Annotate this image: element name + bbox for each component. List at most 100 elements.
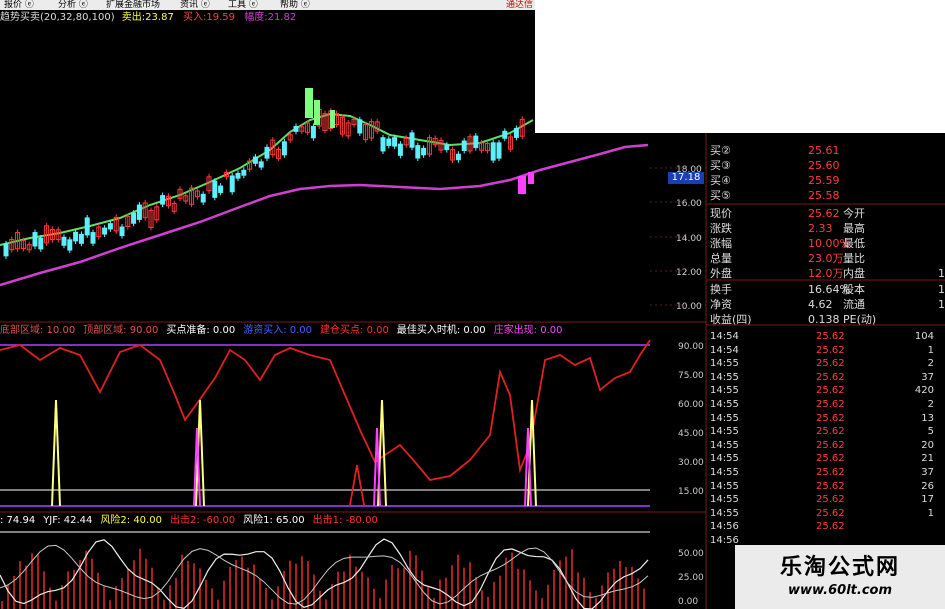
legend-item: 建仓买点: 0.00 <box>320 325 389 336</box>
candle-body <box>252 156 258 164</box>
stat-right-label: 最高 <box>843 222 865 235</box>
stat-row-turnover: 换手 16.64% 股本 1 <box>708 282 945 297</box>
axis-tick: 25.00 <box>678 573 704 583</box>
menu-item-news[interactable]: 资讯 ⓔ <box>180 0 210 10</box>
axis-tick: 0.00 <box>678 597 699 607</box>
ma-fast-line <box>0 112 534 246</box>
tick-volume: 2 <box>927 358 934 370</box>
indicator3-chart[interactable] <box>0 531 650 609</box>
highlight-candle <box>528 172 534 184</box>
stat-extra: 1 <box>938 283 945 296</box>
buy-value: 19.59 <box>206 12 236 23</box>
menu-item-help[interactable]: 帮助 ⓔ <box>280 0 310 10</box>
stat-row-change: 涨跌 2.33 最高 <box>708 221 945 236</box>
menu-item-tools[interactable]: 工具 ⓔ <box>228 0 258 10</box>
axis-tick: 45.00 <box>678 429 704 439</box>
tick-row: 14:54 25.62 1 <box>708 344 945 358</box>
watermark: 乐淘公式网 www.60lt.com <box>735 545 945 609</box>
price-axis-tick: 12.00 <box>676 268 702 278</box>
highlight-candle <box>305 88 313 118</box>
tick-time: 14:55 <box>710 426 739 438</box>
axis-tick: 60.00 <box>678 400 704 410</box>
legend-item: 底部区域: 10.00 <box>0 325 76 336</box>
stat-row-outer: 外盘 12.0万 内盘 1 <box>708 266 945 281</box>
stat-right-label: 量比 <box>843 252 865 265</box>
legend-item: : 74.94 <box>0 515 36 526</box>
legend-item: 庄家出现: 0.00 <box>493 325 563 336</box>
tick-row: 14:55 25.62 13 <box>708 412 945 426</box>
candle-body <box>496 142 502 159</box>
candle-body <box>502 130 508 139</box>
axis-tick: 30.00 <box>678 458 704 468</box>
menu-item-extended-market[interactable]: 扩展金融市场 <box>106 0 160 10</box>
candle-body <box>38 237 44 250</box>
tick-price: 25.62 <box>816 439 845 451</box>
buy-level-label: 买③ <box>710 159 731 172</box>
stat-value: 0.138 <box>808 313 840 326</box>
tick-price: 25.62 <box>816 371 845 383</box>
ma-slow-line <box>0 143 649 287</box>
tick-row: 14:55 25.62 37 <box>708 371 945 385</box>
brand-logo: 通达信 <box>505 0 533 10</box>
tick-time: 14:55 <box>710 358 739 370</box>
indicator3-legend: : 74.94 YJF: 42.44 风险2: 40.00 出击2: -60.00 风险… <box>0 514 386 528</box>
stat-row-pct: 涨幅 10.00% 最低 <box>708 236 945 251</box>
candle-body <box>73 231 79 242</box>
candle-body <box>136 204 142 220</box>
tick-time: 14:55 <box>710 480 739 492</box>
tick-volume: 2 <box>927 399 934 410</box>
tick-time: 14:55 <box>710 494 739 506</box>
candle-body <box>84 217 90 236</box>
tick-row: 14:55 25.62 26 <box>708 480 945 494</box>
candle-body <box>102 227 108 235</box>
range-label: 幅度: <box>244 12 268 23</box>
stat-row-net-asset: 净资 4.62 流通 1 <box>708 297 945 312</box>
tick-row: 14:55 25.62 2 <box>708 357 945 371</box>
buy-level-row[interactable]: 买② 25.61 <box>708 143 945 158</box>
menu-item-analysis[interactable]: 分析 ⓔ <box>58 0 88 10</box>
buy-level-row[interactable]: 买⑤ 25.58 <box>708 188 945 203</box>
indicator-name[interactable]: 趋势买卖(20,32,80,100) <box>0 12 115 23</box>
stat-right-label: 今开 <box>843 207 865 220</box>
candle-body <box>455 153 461 161</box>
tick-volume: 5 <box>927 426 934 438</box>
indicator2-chart[interactable] <box>0 339 651 507</box>
buy-label: 买入: <box>183 12 207 23</box>
tick-price: 25.62 <box>816 358 845 370</box>
legend-item: YJF: 42.44 <box>43 515 93 526</box>
candle-body <box>473 135 479 149</box>
candle-body <box>61 236 67 246</box>
candle-body <box>78 233 84 244</box>
watermark-title: 乐淘公式网 <box>779 555 900 580</box>
tick-row: 14:56 25.62 <box>708 520 945 534</box>
tick-price: 25.62 <box>816 453 845 465</box>
tick-row: 14:54 25.62 104 <box>708 330 945 344</box>
menu-item-quote[interactable]: 报价 ⓔ <box>4 0 34 10</box>
legend-item: 出击2: -60.00 <box>169 515 236 526</box>
candle-body <box>212 180 218 198</box>
legend-item: 游资买入: 0.00 <box>243 325 313 336</box>
buy-level-price: 25.58 <box>808 189 840 202</box>
tick-price: 25.62 <box>816 480 845 492</box>
buy-level-row[interactable]: 买④ 25.59 <box>708 173 945 188</box>
candle-body <box>397 143 403 156</box>
stat-value: 12.0万 <box>808 267 844 280</box>
stat-label: 总量 <box>710 252 732 265</box>
tick-price: 25.62 <box>816 494 845 506</box>
stat-label: 外盘 <box>710 267 732 280</box>
stat-label: 净资 <box>710 298 732 311</box>
candle-body <box>235 172 241 179</box>
candle-body <box>392 137 398 147</box>
candle-body <box>293 125 299 132</box>
buy-level-row[interactable]: 买③ 25.60 <box>708 158 945 173</box>
tick-row: 14:55 25.62 21 <box>708 452 945 466</box>
tick-row: 14:55 25.62 17 <box>708 493 945 507</box>
axis-tick: 15.00 <box>678 487 704 497</box>
indicator2-legend: 底部区域: 10.00 顶部区域: 90.00 买点准备: 0.00 游资买入: 0.… <box>0 324 571 338</box>
tick-time: 14:55 <box>710 453 739 465</box>
stat-label: 涨跌 <box>710 222 732 235</box>
candle-body <box>107 223 113 230</box>
tick-volume: 37 <box>921 371 934 383</box>
candle-body <box>90 232 96 244</box>
tick-price: 25.62 <box>816 344 845 356</box>
